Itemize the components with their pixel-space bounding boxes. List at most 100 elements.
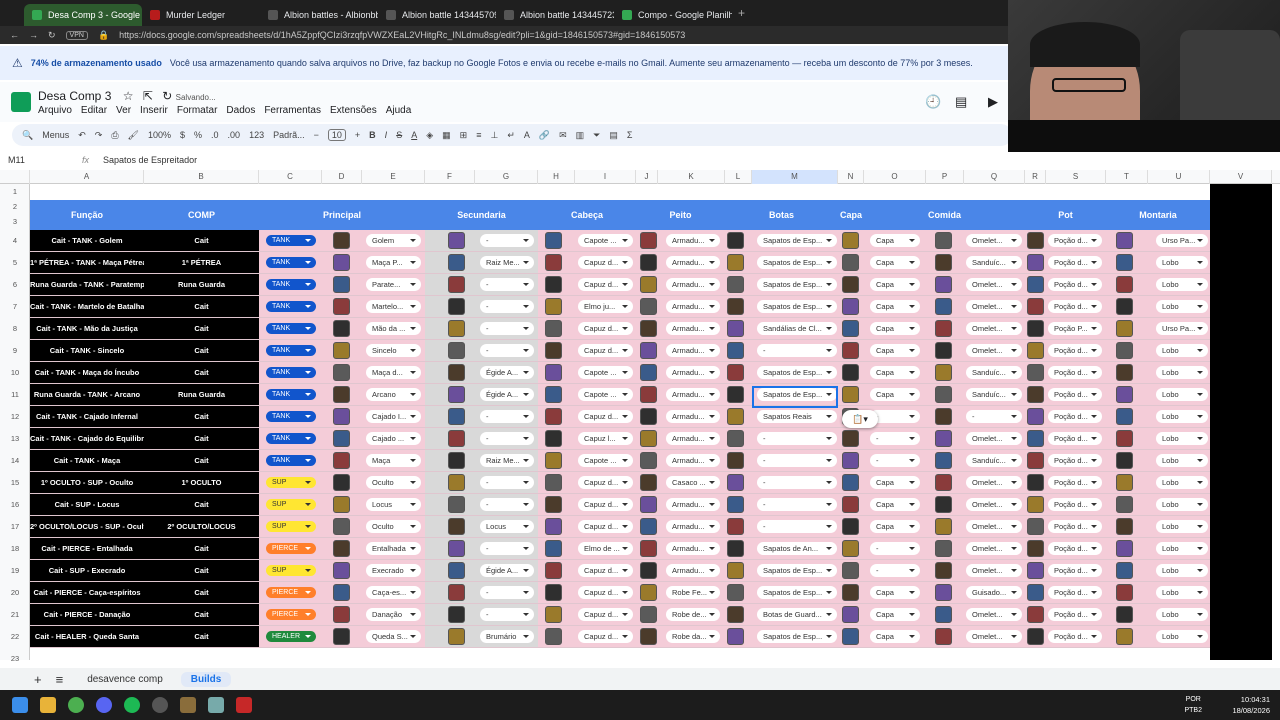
undo-icon[interactable]: ↶	[78, 130, 86, 141]
dropdown-head[interactable]: Capuz d...	[578, 498, 633, 511]
role-chip[interactable]: TANK	[266, 455, 316, 466]
comp-cell[interactable]: Cait	[144, 362, 259, 383]
dropdown-chest[interactable]: Armadu...	[666, 520, 720, 533]
function-cell[interactable]: Cait - TANK - Cajado do Equilibrio	[30, 428, 144, 449]
dropdown-cape[interactable]: Capa	[870, 586, 920, 599]
dropdown-mount[interactable]: Lobo	[1156, 520, 1208, 533]
menu-item[interactable]: Editar	[81, 105, 107, 116]
dropdown-chest[interactable]: Armadu...	[666, 454, 720, 467]
column-header[interactable]: G	[475, 170, 538, 184]
dropdown-main[interactable]: Execrado	[366, 564, 421, 577]
dropdown-boots[interactable]: Sandálias de Cl...	[757, 322, 837, 335]
comp-cell[interactable]: Cait	[144, 626, 259, 647]
function-cell[interactable]: Cait - SUP - Locus	[30, 494, 144, 515]
dropdown-main[interactable]: Cajado I...	[366, 410, 421, 423]
row-header[interactable]: 4	[0, 230, 30, 252]
dropdown-sec[interactable]: Locus	[480, 520, 534, 533]
dropdown-mount[interactable]: Lobo	[1156, 586, 1208, 599]
dropdown-food[interactable]: Sanduíc...	[966, 256, 1022, 269]
increase-decimal-button[interactable]: .00	[228, 130, 241, 140]
star-icon[interactable]: ☆	[123, 89, 134, 103]
albion-icon[interactable]	[180, 697, 196, 713]
row-header[interactable]: 1	[0, 184, 30, 200]
dropdown-cape[interactable]: Capa	[870, 256, 920, 269]
vpn-badge[interactable]: VPN	[65, 30, 88, 40]
dropdown-food[interactable]: Omelet...	[966, 234, 1022, 247]
dropdown-chest[interactable]: Armadu...	[666, 344, 720, 357]
dropdown-food[interactable]: Omelet...	[966, 520, 1022, 533]
menu-item[interactable]: Ferramentas	[264, 105, 321, 116]
function-cell[interactable]: 1º OCULTO - SUP - Oculto	[30, 472, 144, 493]
dropdown-sec[interactable]: Brumário	[480, 630, 534, 643]
dropdown-main[interactable]: Arcano	[366, 388, 421, 401]
dropdown-chest[interactable]: Armadu...	[666, 542, 720, 555]
dropdown-food[interactable]: Sanduíc...	[966, 388, 1022, 401]
function-cell[interactable]: Cait - PIERCE - Caça-espíritos	[30, 582, 144, 603]
dropdown-chest[interactable]: Armadu...	[666, 410, 720, 423]
dropdown-main[interactable]: Mão da ...	[366, 322, 421, 335]
dropdown-head[interactable]: Capuz d...	[578, 322, 633, 335]
filter-icon[interactable]: ⏷	[593, 130, 600, 141]
dropdown-boots[interactable]: Sapatos de Esp...	[757, 234, 837, 247]
dropdown-sec[interactable]: Égide A...	[480, 388, 534, 401]
dropdown-main[interactable]: Caça-es...	[366, 586, 421, 599]
dropdown-head[interactable]: Capuz d...	[578, 278, 633, 291]
row-header[interactable]: 21	[0, 604, 30, 626]
dropdown-sec[interactable]: -	[480, 608, 534, 621]
row-header[interactable]: 6	[0, 274, 30, 296]
dropdown-cape[interactable]: Capa	[870, 388, 920, 401]
function-cell[interactable]: Cait - TANK - Mão da Justiça	[30, 318, 144, 339]
dropdown-boots[interactable]: -	[757, 498, 837, 511]
role-chip[interactable]: PIERCE	[266, 609, 316, 620]
dropdown-sec[interactable]: Égide A...	[480, 366, 534, 379]
dropdown-head[interactable]: Capuz d...	[578, 256, 633, 269]
sheet-grid[interactable]: Função COMP Principal Secundaria Cabeça Peito…	[30, 184, 1210, 660]
link-icon[interactable]: 🔗	[539, 130, 550, 141]
row-header[interactable]: 22	[0, 626, 30, 648]
dropdown-head[interactable]: Capuz d...	[578, 476, 633, 489]
cell-ref[interactable]: M11	[8, 155, 68, 165]
dropdown-head[interactable]: Capote ...	[578, 234, 633, 247]
dropdown-cape[interactable]: Capa	[870, 630, 920, 643]
function-cell[interactable]: Cait - TANK - Martelo de Batalha	[30, 296, 144, 317]
dropdown-chest[interactable]: Robe de...	[666, 608, 720, 621]
row-header[interactable]: 5	[0, 252, 30, 274]
row-header[interactable]: 2	[0, 200, 30, 214]
dropdown-boots[interactable]: Botas de Guard...	[757, 608, 837, 621]
dropdown-pot[interactable]: Poção d...	[1048, 234, 1102, 247]
row-header[interactable]: 13	[0, 428, 30, 450]
reload-icon[interactable]: ↻	[48, 30, 56, 41]
menu-item[interactable]: Formatar	[177, 105, 218, 116]
rotate-icon[interactable]: A	[524, 130, 530, 140]
dropdown-mount[interactable]: Lobo	[1156, 432, 1208, 445]
role-chip[interactable]: TANK	[266, 301, 316, 312]
dropdown-head[interactable]: Capuz d...	[578, 520, 633, 533]
dropdown-main[interactable]: Maça P...	[366, 256, 421, 269]
function-cell[interactable]: Cait - PIERCE - Danação	[30, 604, 144, 625]
dropdown-food[interactable]: Omelet...	[966, 344, 1022, 357]
comp-cell[interactable]: 2º OCULTO/LOCUS	[144, 516, 259, 537]
dropdown-mount[interactable]: Lobo	[1156, 278, 1208, 291]
dropdown-cape[interactable]: -	[870, 432, 920, 445]
function-cell[interactable]: 1ª PÉTREA - TANK - Maça Pétrea	[30, 252, 144, 273]
history-icon[interactable]: 🕘	[925, 94, 941, 110]
comp-cell[interactable]: Cait	[144, 296, 259, 317]
dropdown-mount[interactable]: Lobo	[1156, 300, 1208, 313]
dropdown-food[interactable]: Omelet...	[966, 608, 1022, 621]
comp-cell[interactable]: Cait	[144, 340, 259, 361]
dropdown-cape[interactable]: Capa	[870, 300, 920, 313]
search-menus-input[interactable]: Menus	[42, 130, 69, 140]
dropdown-pot[interactable]: Poção d...	[1048, 498, 1102, 511]
dropdown-boots[interactable]: Sapatos Reais	[757, 410, 837, 423]
dropdown-sec[interactable]: -	[480, 278, 534, 291]
dropdown-main[interactable]: Oculto	[366, 520, 421, 533]
row-header[interactable]: 23	[0, 648, 30, 670]
chart-icon[interactable]: ▥	[576, 130, 585, 141]
column-header[interactable]: J	[636, 170, 658, 184]
menu-item[interactable]: Extensões	[330, 105, 377, 116]
app-icon[interactable]	[208, 697, 224, 713]
row-header[interactable]: 10	[0, 362, 30, 384]
comp-cell[interactable]: Cait	[144, 428, 259, 449]
role-chip[interactable]: TANK	[266, 323, 316, 334]
dropdown-sec[interactable]: -	[480, 234, 534, 247]
